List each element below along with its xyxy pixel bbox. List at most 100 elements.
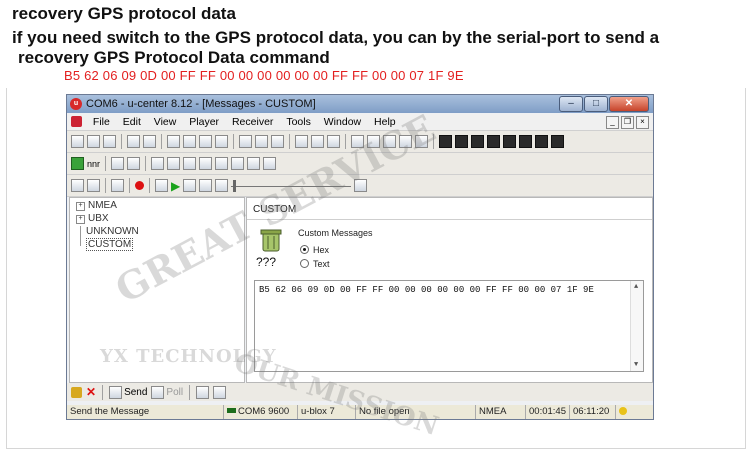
menu-help[interactable]: Help [369, 114, 401, 130]
scroll-down-icon[interactable]: ▼ [634, 361, 638, 369]
new-file-icon[interactable] [71, 135, 84, 148]
minimize-button[interactable]: – [559, 96, 583, 112]
record-icon[interactable] [135, 181, 144, 190]
expand-icon[interactable]: + [76, 215, 85, 224]
gps-icon[interactable] [215, 157, 229, 170]
debug-icon[interactable] [263, 157, 277, 170]
menu-receiver[interactable]: Receiver [227, 114, 278, 130]
print-preview-icon[interactable] [143, 135, 156, 148]
title-bar[interactable]: u COM6 - u-center 8.12 - [Messages - CUS… [67, 95, 653, 113]
copy-icon[interactable] [183, 135, 196, 148]
histogram-icon[interactable] [415, 135, 428, 148]
config-view-icon[interactable] [351, 135, 364, 148]
menu-bar: File Edit View Player Receiver Tools Win… [67, 114, 653, 131]
message-editor-content[interactable]: B5 62 06 09 0D 00 FF FF 00 00 00 00 00 0… [259, 285, 594, 295]
radio-text-indicator[interactable] [300, 259, 309, 268]
status-message: Send the Message [70, 406, 150, 417]
menu-tools[interactable]: Tools [281, 114, 316, 130]
menu-window[interactable]: Window [319, 114, 366, 130]
speed-icon[interactable] [535, 135, 548, 148]
mdi-minimize-button[interactable]: _ [606, 116, 619, 129]
radio-text[interactable]: Text [300, 259, 330, 269]
lock-icon[interactable] [71, 386, 82, 398]
connection-icon[interactable] [71, 157, 84, 170]
radio-hex[interactable]: Hex [300, 245, 329, 255]
tree-item-nmea[interactable]: + NMEA [76, 199, 117, 212]
text-console-icon[interactable] [311, 135, 324, 148]
tree-item-label: NMEA [88, 200, 117, 211]
editor-scrollbar[interactable]: ▲ ▼ [630, 281, 643, 371]
expand-icon[interactable]: + [76, 202, 85, 211]
radio-hex-indicator[interactable] [300, 245, 309, 254]
baud-rate-dropdown[interactable]: nnr [87, 159, 100, 169]
poll-c-icon[interactable] [183, 157, 197, 170]
view-icon-3[interactable] [271, 135, 284, 148]
command-hex-text: B5 62 06 09 0D 00 FF FF 00 00 00 00 00 0… [64, 68, 464, 83]
poll-hex-icon[interactable] [151, 157, 165, 170]
view-icon-1[interactable] [239, 135, 252, 148]
tree-item-label: CUSTOM [86, 238, 134, 251]
menu-edit[interactable]: Edit [118, 114, 146, 130]
eject-icon[interactable] [71, 179, 84, 192]
tree-item-unknown[interactable]: UNKNOWN [86, 225, 139, 238]
custom-message-panel: CUSTOM ??? Custom Messages Hex Text B5 6… [246, 197, 653, 383]
close-button[interactable]: ✕ [609, 96, 649, 112]
maximize-button[interactable]: □ [584, 96, 608, 112]
message-editor[interactable]: B5 62 06 09 0D 00 FF FF 00 00 00 00 00 0… [254, 280, 644, 372]
playback-slider[interactable] [231, 179, 352, 192]
record-log-icon[interactable] [215, 135, 228, 148]
goto-end-icon[interactable] [354, 179, 368, 192]
slider-thumb[interactable] [233, 179, 237, 192]
tree-item-ubx[interactable]: + UBX [76, 212, 109, 225]
data-icon[interactable] [551, 135, 564, 148]
menu-file[interactable]: File [88, 114, 115, 130]
receiver-setup-icon[interactable] [231, 157, 245, 170]
document-icon[interactable] [71, 116, 82, 127]
disconnect-icon[interactable] [127, 157, 141, 170]
chart-view-icon[interactable] [399, 135, 412, 148]
message-view-icon[interactable] [295, 135, 308, 148]
open-file-icon[interactable] [87, 135, 100, 148]
mdi-close-button[interactable]: × [636, 116, 649, 129]
menu-view[interactable]: View [149, 114, 182, 130]
firmware-update-icon[interactable] [247, 157, 261, 170]
skip-end-icon[interactable] [215, 179, 229, 192]
tree-item-custom[interactable]: CUSTOM [86, 238, 134, 251]
play-icon[interactable]: ▶ [171, 179, 180, 193]
paste-icon[interactable] [199, 135, 212, 148]
settings-icon[interactable] [196, 385, 210, 399]
poll-w-icon[interactable] [167, 157, 181, 170]
print-icon[interactable] [127, 135, 140, 148]
delete-icon[interactable]: ✕ [86, 385, 96, 399]
calculator-icon[interactable] [213, 385, 227, 399]
view-icon-2[interactable] [255, 135, 268, 148]
altimeter-icon[interactable] [519, 135, 532, 148]
status-file: No file open [355, 405, 473, 419]
pause-icon[interactable] [111, 179, 124, 192]
binary-console-icon[interactable] [327, 135, 340, 148]
deviation-map-icon[interactable] [439, 135, 452, 148]
sky-view-icon[interactable] [455, 135, 468, 148]
statistic-view-icon[interactable] [367, 135, 380, 148]
mdi-restore-button[interactable]: ❐ [621, 116, 634, 129]
u-center-app-icon: u [70, 98, 82, 110]
map-view-icon[interactable] [471, 135, 484, 148]
menu-player[interactable]: Player [184, 114, 224, 130]
stop-icon[interactable] [87, 179, 100, 192]
send-button[interactable]: Send [109, 385, 147, 399]
main-toolbar [67, 131, 653, 153]
poll-button[interactable]: Poll [151, 385, 183, 399]
save-icon[interactable] [103, 135, 116, 148]
cut-icon[interactable] [167, 135, 180, 148]
message-sync-icon[interactable] [199, 157, 213, 170]
scroll-up-icon[interactable]: ▲ [634, 283, 638, 291]
packet-console-icon[interactable] [383, 135, 396, 148]
step-icon[interactable] [155, 179, 168, 192]
tree-item-label: UBX [88, 213, 109, 224]
compass-icon[interactable] [487, 135, 500, 148]
play-dropdown-icon[interactable] [183, 179, 197, 192]
heading-line-1: recovery GPS protocol data [12, 4, 236, 23]
fast-forward-icon[interactable] [199, 179, 213, 192]
autobauding-icon[interactable] [111, 157, 125, 170]
watch-icon[interactable] [503, 135, 516, 148]
